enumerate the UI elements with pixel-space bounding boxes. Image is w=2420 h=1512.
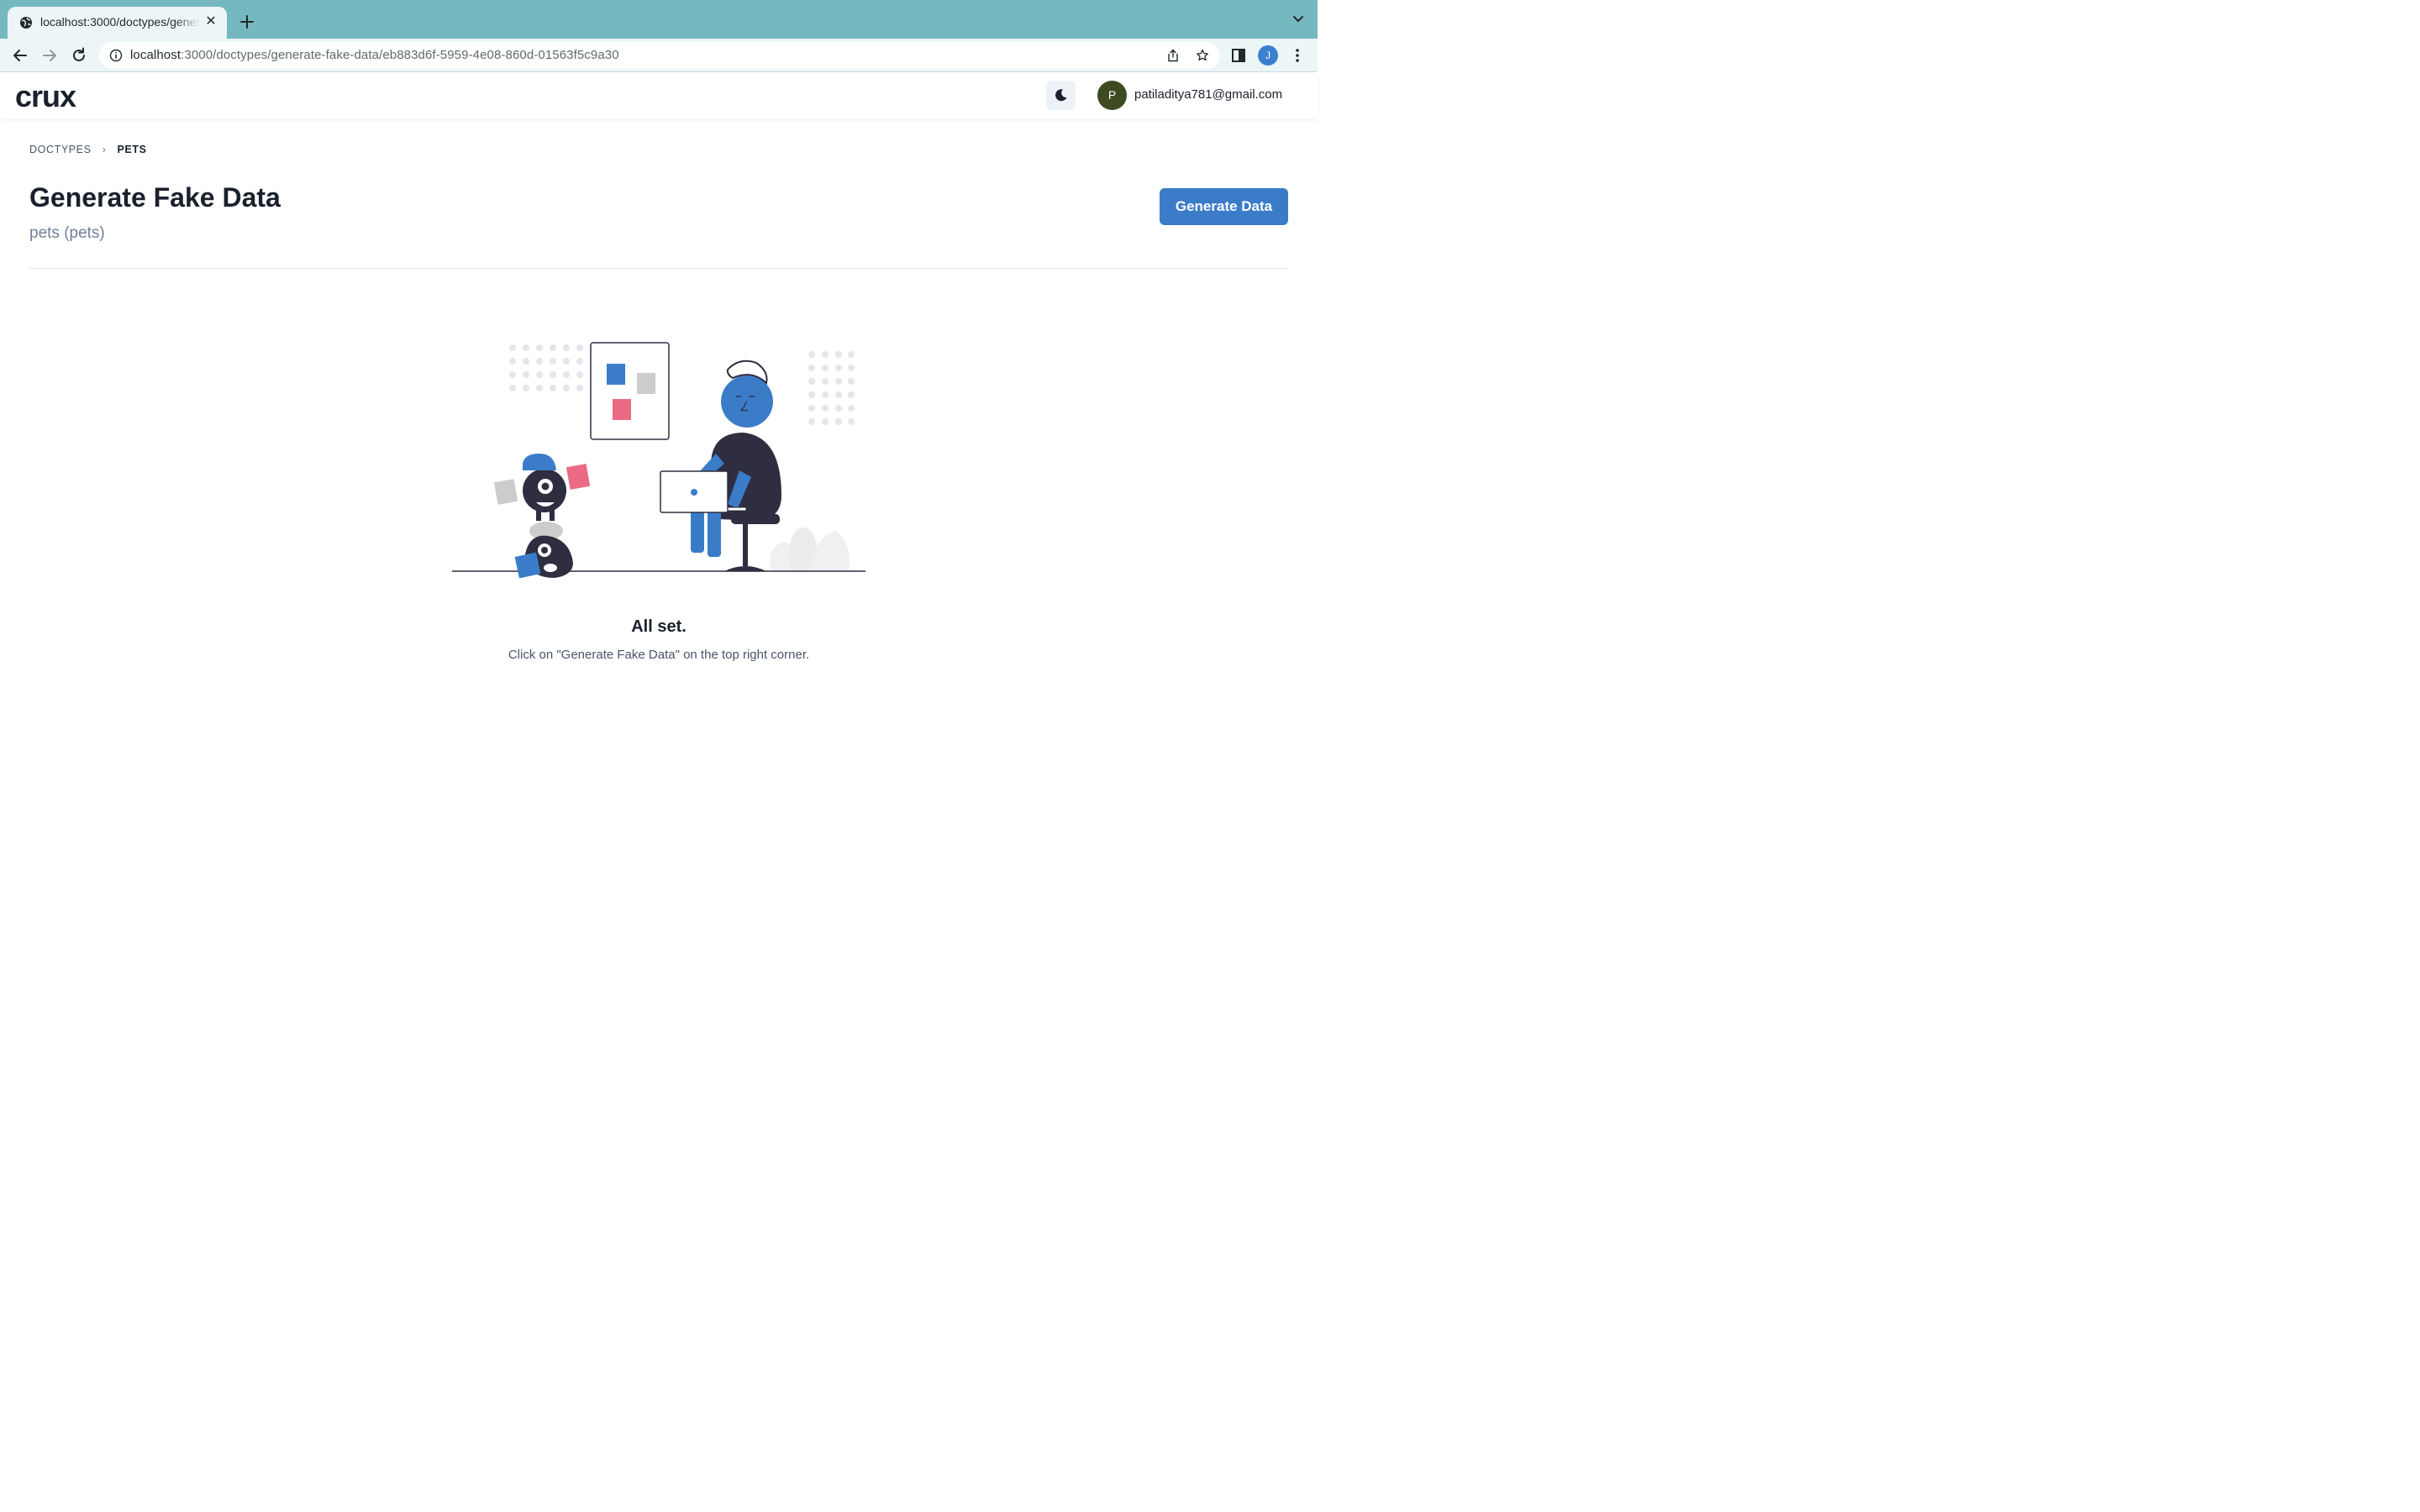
url-text[interactable]: localhost:3000/doctypes/generate-fake-da…: [130, 48, 619, 62]
new-tab-plus-icon[interactable]: [237, 12, 257, 32]
chevron-right-icon: ›: [102, 143, 107, 155]
globe-icon: [20, 17, 32, 29]
theme-toggle-button[interactable]: [1046, 81, 1076, 110]
user-avatar[interactable]: P: [1097, 81, 1127, 110]
side-panel-icon[interactable]: [1229, 46, 1248, 65]
url-host: localhost: [130, 48, 182, 62]
browser-profile-avatar[interactable]: J: [1258, 45, 1278, 66]
browser-toolbar: localhost:3000/doctypes/generate-fake-da…: [0, 39, 1318, 72]
star-icon[interactable]: [1196, 49, 1209, 62]
generate-data-button[interactable]: Generate Data: [1160, 188, 1288, 225]
divider: [29, 268, 1288, 269]
chevron-down-icon[interactable]: [1292, 15, 1304, 24]
kebab-menu-icon[interactable]: [1288, 46, 1307, 65]
browser-tabstrip: localhost:3000/doctypes/generate-fake-da…: [0, 0, 1318, 39]
page-title: Generate Fake Data: [29, 182, 281, 213]
empty-state-title: All set.: [631, 617, 687, 636]
moon-icon: [1055, 89, 1067, 102]
app-header: crux P patiladitya781@gmail.com: [0, 72, 1318, 118]
reload-icon[interactable]: [70, 46, 88, 65]
browser-tab[interactable]: localhost:3000/doctypes/generate-fake-da…: [8, 7, 227, 39]
page-subtitle: pets (pets): [29, 224, 105, 242]
forward-arrow-icon[interactable]: [40, 46, 59, 65]
app-logo[interactable]: crux: [15, 79, 76, 114]
empty-state-description: Click on "Generate Fake Data" on the top…: [508, 648, 810, 662]
breadcrumb: DOCTYPES › PETS: [29, 143, 147, 155]
tab-title: localhost:3000/doctypes/generate-fake-da…: [40, 15, 200, 29]
close-icon[interactable]: ✕: [203, 14, 218, 29]
address-bar[interactable]: localhost:3000/doctypes/generate-fake-da…: [99, 42, 1220, 69]
breadcrumb-item-pets[interactable]: PETS: [118, 144, 147, 155]
share-icon[interactable]: [1166, 49, 1180, 62]
url-path: :3000/doctypes/generate-fake-data/eb883d…: [181, 48, 619, 62]
info-icon[interactable]: [109, 49, 123, 62]
user-email[interactable]: patiladitya781@gmail.com: [1134, 87, 1282, 102]
breadcrumb-item-doctypes[interactable]: DOCTYPES: [29, 144, 92, 155]
empty-state-illustration: [452, 342, 865, 579]
back-arrow-icon[interactable]: [11, 46, 29, 65]
